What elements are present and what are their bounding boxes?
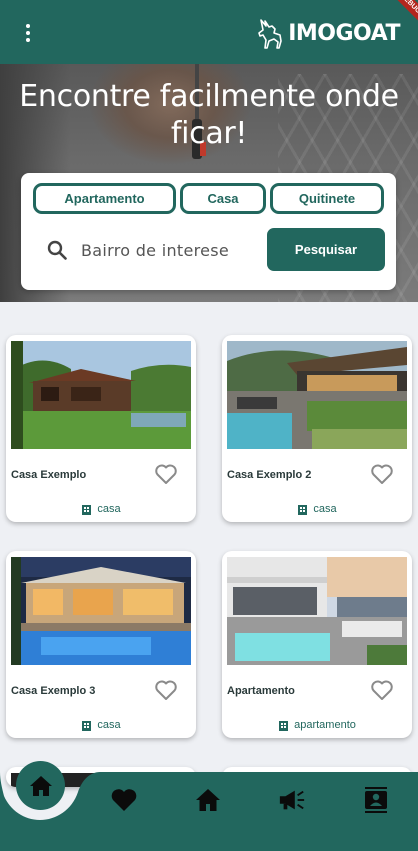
search-card: Apartamento Casa Quitinete Pesquisar bbox=[21, 173, 396, 290]
heart-icon bbox=[111, 789, 137, 811]
hero-title: Encontre facilmente onde ficar! bbox=[19, 79, 399, 151]
building-icon bbox=[279, 720, 289, 731]
listing-photo bbox=[227, 557, 407, 665]
favorite-heart-icon[interactable] bbox=[154, 463, 178, 485]
logo-text: IMOGOAT bbox=[288, 20, 400, 46]
nav-properties[interactable] bbox=[194, 787, 222, 813]
search-icon bbox=[47, 240, 67, 260]
chip-quitinete[interactable]: Quitinete bbox=[270, 183, 384, 214]
listing-type-label: apartamento bbox=[294, 719, 356, 731]
listing-title: Casa Exemplo 3 bbox=[11, 685, 96, 697]
listing-photo bbox=[227, 341, 407, 449]
megaphone-icon bbox=[279, 790, 305, 810]
listing-card[interactable]: Apartamento apartamento bbox=[222, 551, 412, 738]
nav-announce[interactable] bbox=[278, 787, 306, 813]
listing-type: casa bbox=[222, 503, 412, 515]
app-bar: IMOGOAT DEBUG bbox=[0, 0, 418, 64]
listing-title: Casa Exemplo bbox=[11, 469, 87, 481]
contacts-icon bbox=[365, 787, 387, 813]
chip-casa[interactable]: Casa bbox=[180, 183, 266, 214]
listing-card[interactable]: Casa Exemplo casa bbox=[6, 335, 196, 522]
listing-title: Apartamento bbox=[227, 685, 295, 697]
listing-title: Casa Exemplo 2 bbox=[227, 469, 312, 481]
favorite-heart-icon[interactable] bbox=[370, 679, 394, 701]
chip-apartamento[interactable]: Apartamento bbox=[33, 183, 176, 214]
nav-contacts[interactable] bbox=[362, 787, 390, 813]
listing-type-label: casa bbox=[97, 503, 121, 515]
nav-home-active[interactable] bbox=[16, 761, 65, 810]
listing-type: casa bbox=[6, 503, 196, 515]
nav-favorites[interactable] bbox=[110, 787, 138, 813]
favorite-heart-icon[interactable] bbox=[370, 463, 394, 485]
listing-card[interactable]: Casa Exemplo 2 casa bbox=[222, 335, 412, 522]
more-options-icon[interactable] bbox=[17, 20, 39, 46]
listing-card[interactable]: Casa Exemplo 3 casa bbox=[6, 551, 196, 738]
house-icon bbox=[196, 789, 220, 811]
logo: IMOGOAT bbox=[258, 16, 400, 50]
home-icon bbox=[29, 775, 52, 796]
goat-logo-icon bbox=[258, 19, 283, 49]
listings-grid: Casa Exemplo casa Casa Exemplo 2 casa Ca… bbox=[0, 302, 418, 787]
building-icon bbox=[82, 720, 92, 731]
listing-type-label: casa bbox=[313, 503, 337, 515]
building-icon bbox=[82, 504, 92, 515]
neighborhood-search-input[interactable] bbox=[81, 235, 256, 265]
listing-type: apartamento bbox=[222, 719, 412, 731]
listing-photo bbox=[11, 557, 191, 665]
listing-type: casa bbox=[6, 719, 196, 731]
listing-photo bbox=[11, 341, 191, 449]
listing-type-label: casa bbox=[97, 719, 121, 731]
search-button[interactable]: Pesquisar bbox=[267, 228, 385, 271]
favorite-heart-icon[interactable] bbox=[154, 679, 178, 701]
building-icon bbox=[298, 504, 308, 515]
